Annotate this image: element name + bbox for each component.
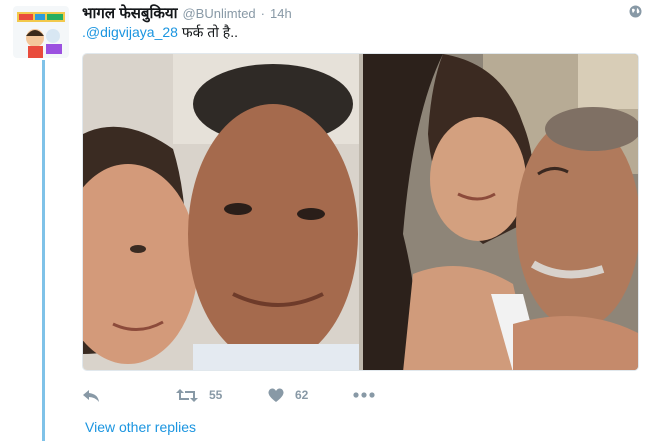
thread-line	[42, 60, 45, 441]
like-button[interactable]: 62	[268, 387, 353, 403]
tweet-photo[interactable]	[82, 53, 639, 371]
reply-icon	[82, 388, 100, 403]
like-count: 62	[295, 388, 309, 402]
tweet-actions: 55 62	[82, 384, 375, 406]
tweet-body: फर्क तो है..	[177, 24, 238, 40]
avatar[interactable]	[13, 6, 69, 58]
heart-icon	[268, 387, 284, 403]
view-other-replies-link[interactable]: View other replies	[85, 419, 196, 435]
globe-icon	[629, 5, 642, 18]
retweet-button[interactable]: 55	[176, 388, 268, 403]
tweet-timestamp[interactable]: 14h	[270, 6, 292, 21]
reply-button[interactable]	[82, 388, 176, 403]
retweet-icon	[176, 388, 198, 403]
display-name[interactable]: भागल फेसबुकिया	[82, 3, 177, 23]
retweet-count: 55	[209, 388, 223, 402]
cartoon-avatar-image	[13, 6, 69, 58]
more-button[interactable]	[353, 392, 375, 398]
user-handle[interactable]: @BUnlimted	[182, 6, 255, 21]
tweet-text: .@digvijaya_28 फर्क तो है..	[82, 23, 238, 42]
mention-link[interactable]: .@digvijaya_28	[82, 24, 178, 40]
separator-dot: ·	[260, 6, 265, 21]
tweet-header: भागल फेसबुकिया @BUnlimted · 14h	[82, 3, 292, 23]
photo-collage	[83, 54, 638, 370]
more-icon	[353, 392, 375, 398]
